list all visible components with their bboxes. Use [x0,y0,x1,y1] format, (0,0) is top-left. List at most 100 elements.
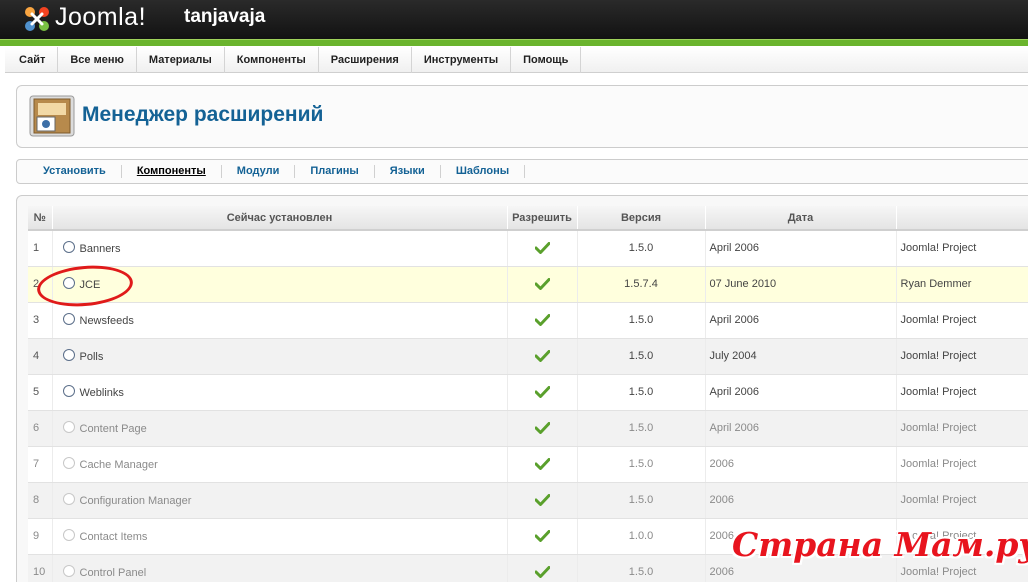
enabled-check-icon [534,494,550,507]
row-enabled-cell [507,410,578,447]
table-row[interactable]: 5 Weblinks 1.5.0 April 2006 Joomla! Project [28,374,1028,411]
row-select-radio[interactable] [62,241,75,254]
menu-help[interactable]: Помощь [511,47,582,73]
table-row[interactable]: 1 Banners 1.5.0 April 2006 Joomla! Project [28,230,1028,267]
row-version: 1.5.0 [577,374,706,411]
menu-extensions[interactable]: Расширения [319,47,412,73]
row-name-cell[interactable]: Newsfeeds [52,302,508,339]
col-installed-header[interactable]: Сейчас установлен [52,206,508,231]
row-name-cell[interactable]: Control Panel [52,554,508,582]
extension-name: Banners [79,243,121,256]
row-name-cell[interactable]: Contact Items [52,518,508,555]
row-enabled-cell [507,482,578,519]
header-accent-bar [0,39,1028,46]
main-menu-bar: Сайт Все меню Материалы Компоненты Расширени… [5,47,1028,73]
enabled-check-icon [534,386,550,399]
row-number: 5 [28,374,53,411]
tab-4[interactable]: Плагины [295,165,375,178]
menu-tools[interactable]: Инструменты [412,47,512,73]
row-name-cell[interactable]: JCE [52,266,508,303]
col-date-header[interactable]: Дата [705,206,897,231]
row-version: 1.5.0 [577,230,706,267]
col-version-header[interactable]: Версия [577,206,706,231]
row-enabled-cell [507,302,578,339]
row-select-radio [62,421,75,433]
joomla-logo-icon[interactable] [22,4,52,34]
page-title-box: Менеджер расширений [16,85,1028,148]
row-author: Joomla! Project [896,230,1028,267]
row-name-cell[interactable]: Polls [52,338,508,375]
row-number: 3 [28,302,53,339]
watermark-text: Страна Мам.ру [732,525,1028,564]
row-version: 1.5.0 [577,554,706,582]
row-version: 1.5.7.4 [577,266,706,303]
col-enabled-header[interactable]: Разрешить [507,206,578,231]
tab-5[interactable]: Языки [375,165,441,178]
extension-name: Configuration Manager [79,495,192,507]
row-version: 1.5.0 [577,302,706,339]
enabled-check-icon [534,350,550,363]
site-name[interactable]: tanjavaja [184,6,265,28]
row-name-cell[interactable]: Banners [52,230,508,267]
row-select-radio[interactable] [62,277,75,289]
row-number: 1 [28,230,53,267]
row-select-radio[interactable] [62,313,75,325]
extension-name: Cache Manager [79,459,158,471]
row-enabled-cell [507,338,578,375]
row-name-cell[interactable]: Weblinks [52,374,508,411]
row-enabled-cell [507,518,578,555]
menu-site[interactable]: Сайт [5,47,59,73]
tab-6[interactable]: Шаблоны [441,165,526,178]
row-select-radio [62,493,75,505]
row-author: Joomla! Project [896,482,1028,519]
table-row[interactable]: 3 Newsfeeds 1.5.0 April 2006 Joomla! Project [28,302,1028,339]
table-row[interactable]: 7 Cache Manager 1.5.0 2006 Joomla! Project [28,446,1028,483]
row-author: Joomla! Project [896,446,1028,483]
row-date: April 2006 [705,410,897,447]
row-date: April 2006 [705,302,897,339]
enabled-check-icon [534,422,550,435]
col-author-header[interactable] [896,206,1028,231]
row-number: 7 [28,446,53,483]
extension-name: Content Page [79,423,147,435]
row-number: 2 [28,266,53,303]
menu-content[interactable]: Материалы [137,47,225,73]
row-name-cell[interactable]: Content Page [52,410,508,447]
row-version: 1.5.0 [577,482,706,519]
row-enabled-cell [507,230,578,267]
tab-1[interactable]: Установить [28,165,122,178]
row-author: Joomla! Project [896,410,1028,447]
row-author: Joomla! Project [896,374,1028,411]
enabled-check-icon [534,566,550,579]
extension-name: Newsfeeds [79,315,134,327]
row-select-radio[interactable] [62,385,75,397]
row-version: 1.0.0 [577,518,706,555]
row-version: 1.5.0 [577,410,706,447]
table-row[interactable]: 8 Configuration Manager 1.5.0 2006 Joomla! P… [28,482,1028,519]
row-name-cell[interactable]: Cache Manager [52,446,508,483]
extension-name: JCE [79,279,101,291]
table-header-row: № Сейчас установлен Разрешить Версия Дата [28,206,1028,231]
col-number-header: № [28,206,53,231]
enabled-check-icon [534,530,550,543]
row-date: April 2006 [705,374,897,411]
table-row[interactable]: 6 Content Page 1.5.0 April 2006 Joomla! Proj… [28,410,1028,447]
row-enabled-cell [507,446,578,483]
table-row[interactable]: 2 JCE 1.5.7.4 07 June 2010 Ryan Demmer [28,266,1028,303]
extension-name: Contact Items [79,531,148,543]
table-row[interactable]: 4 Polls 1.5.0 July 2004 Joomla! Project [28,338,1028,375]
enabled-check-icon [534,278,550,291]
row-name-cell[interactable]: Configuration Manager [52,482,508,519]
row-number: 10 [28,554,53,582]
row-select-radio [62,529,75,541]
row-select-radio[interactable] [62,349,75,361]
menu-all-menus[interactable]: Все меню [58,47,137,73]
tab-2[interactable]: Компоненты [122,165,222,178]
menu-components[interactable]: Компоненты [225,47,319,73]
tab-3[interactable]: Модули [222,165,296,178]
page-title: Менеджер расширений [82,103,324,126]
row-author: Joomla! Project [896,302,1028,339]
row-date: 2006 [705,482,897,519]
row-date: July 2004 [705,338,897,375]
extension-name: Control Panel [79,567,147,579]
